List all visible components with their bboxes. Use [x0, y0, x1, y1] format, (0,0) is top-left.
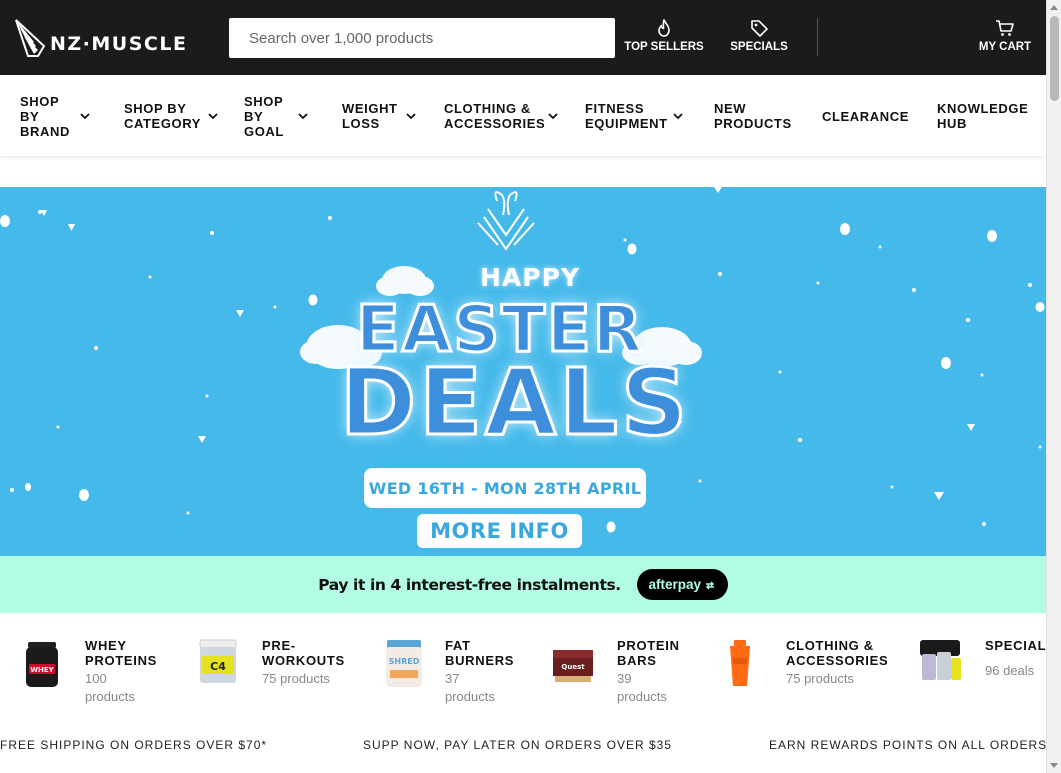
card-count: 37 products — [445, 671, 495, 704]
afterpay-text: Pay it in 4 interest-free instalments. — [318, 575, 621, 594]
page-scrollbar[interactable] — [1046, 0, 1061, 773]
nav-knowledge-hub[interactable]: KNOWLEDGE HUB — [937, 75, 1037, 157]
site-logo[interactable]: NZ·MUSCLE — [14, 15, 189, 61]
category-card-clothing-accessories[interactable]: CLOTHING & ACCESSORIES 75 products — [700, 622, 890, 718]
category-card-protein-bars[interactable]: Quest PROTEIN BARS 39 products — [523, 622, 703, 718]
card-title: FAT BURNERS — [445, 638, 515, 668]
svg-text:C4: C4 — [210, 660, 226, 673]
chevron-down-icon — [406, 112, 416, 119]
svg-text:Quest: Quest — [561, 663, 585, 671]
svg-text:SHRED: SHRED — [389, 657, 420, 666]
specials-link[interactable]: SPECIALS — [728, 18, 790, 53]
nav-new-products[interactable]: NEW PRODUCTS — [714, 75, 794, 157]
flame-icon — [658, 19, 670, 37]
nav-shop-by-brand[interactable]: SHOP BY BRAND — [20, 75, 100, 157]
nav-shop-by-goal[interactable]: SHOP BY GOAL — [244, 75, 319, 157]
card-title: PRE-WORKOUTS — [262, 638, 345, 668]
nav-clothing-accessories[interactable]: CLOTHING & ACCESSORIES — [444, 75, 564, 157]
category-cards: WHEY WHEY PROTEINS 100 products C4 PRE-W… — [0, 622, 1046, 718]
card-count: 96 deals — [985, 663, 1035, 678]
card-count: 75 products — [262, 671, 330, 686]
site-header: NZ·MUSCLE TOP SELLERS SPECIALS MY CART — [0, 0, 1046, 75]
scroll-down-arrow-icon[interactable] — [1050, 763, 1058, 768]
card-title: PROTEIN BARS — [617, 638, 680, 668]
my-cart-link[interactable]: MY CART — [972, 18, 1038, 53]
fat-burner-tub-image: SHRED — [382, 638, 426, 690]
nav-label: FITNESS EQUIPMENT — [585, 101, 668, 131]
hero-deals-text: DEALS — [338, 349, 691, 456]
shaker-bottle-image — [720, 638, 764, 690]
afterpay-badge-label: afterpay — [648, 577, 702, 592]
top-sellers-link[interactable]: TOP SELLERS — [623, 18, 705, 53]
promo-marquee: FREE SHIPPING ON ORDERS OVER $70* SUPP N… — [0, 738, 1046, 756]
specials-label: SPECIALS — [730, 41, 788, 53]
nav-weight-loss[interactable]: WEIGHT LOSS — [342, 75, 422, 157]
scrollbar-thumb[interactable] — [1050, 16, 1059, 101]
nav-clearance[interactable]: CLEARANCE — [822, 75, 912, 157]
card-count: 39 products — [617, 671, 667, 704]
scroll-up-arrow-icon[interactable] — [1050, 5, 1058, 10]
nav-label: SHOP BY GOAL — [244, 93, 284, 139]
cart-icon — [996, 20, 1014, 36]
tag-icon — [751, 20, 768, 37]
header-divider — [817, 18, 818, 56]
chevron-down-icon — [673, 112, 683, 119]
nav-label: CLEARANCE — [822, 108, 910, 124]
nav-label: SHOP BY BRAND — [20, 93, 70, 139]
category-card-whey-proteins[interactable]: WHEY WHEY PROTEINS 100 products — [0, 622, 172, 718]
marquee-item: EARN REWARDS POINTS ON ALL ORDERS — [769, 738, 1048, 752]
card-title: WHEY PROTEINS — [85, 638, 158, 668]
category-card-specials[interactable]: SPECIALS 96 deals — [888, 622, 1058, 718]
card-count: 75 products — [786, 671, 854, 686]
top-sellers-label: TOP SELLERS — [624, 41, 704, 53]
search-input[interactable] — [229, 18, 615, 58]
afterpay-arrows-icon — [706, 581, 715, 589]
category-card-pre-workouts[interactable]: C4 PRE-WORKOUTS 75 products — [166, 622, 352, 718]
category-nav: SHOP BY BRAND SHOP BY CATEGORY SHOP BY G… — [0, 75, 1046, 157]
category-card-fat-burners[interactable]: SHRED FAT BURNERS 37 products — [350, 622, 530, 718]
chevron-down-icon — [548, 112, 558, 119]
chevron-down-icon — [298, 112, 308, 119]
bunny-emblem — [477, 191, 535, 251]
chevron-down-icon — [208, 112, 218, 119]
wing-logo-icon — [15, 19, 46, 57]
nav-label: KNOWLEDGE HUB — [937, 101, 1029, 131]
chevron-down-icon — [80, 112, 90, 119]
more-info-button[interactable]: MORE INFO — [417, 514, 582, 548]
nav-label: CLOTHING & ACCESSORIES — [444, 101, 546, 131]
my-cart-label: MY CART — [978, 41, 1032, 53]
hero-happy-text: HAPPY — [479, 263, 581, 292]
pre-workout-tub-image: C4 — [196, 638, 240, 690]
nav-fitness-equipment[interactable]: FITNESS EQUIPMENT — [585, 75, 685, 157]
whey-tub-image: WHEY — [20, 638, 64, 690]
svg-text:WHEY: WHEY — [30, 666, 54, 674]
nav-shop-by-category[interactable]: SHOP BY CATEGORY — [124, 75, 224, 157]
marquee-item: SUPP NOW, PAY LATER ON ORDERS OVER $35 — [363, 738, 672, 752]
afterpay-banner[interactable]: Pay it in 4 interest-free instalments. a… — [0, 556, 1046, 613]
protein-bar-box-image: Quest — [551, 638, 595, 690]
card-title: CLOTHING & ACCESSORIES — [786, 638, 889, 668]
hero-date-range: WED 16TH - MON 28TH APRIL — [364, 468, 646, 508]
easter-deals-banner[interactable]: HAPPY EASTER DEALS WED 16TH - MON 28TH A… — [0, 187, 1046, 556]
marquee-item: FREE SHIPPING ON ORDERS OVER $70* — [0, 738, 268, 752]
nav-label: SHOP BY CATEGORY — [124, 101, 202, 131]
nav-label: NEW PRODUCTS — [714, 101, 792, 131]
card-count: 100 products — [85, 671, 135, 704]
specials-bundle-image — [918, 636, 962, 688]
afterpay-badge: afterpay — [636, 569, 728, 600]
logo-text: NZ·MUSCLE — [50, 33, 188, 55]
nav-label: WEIGHT LOSS — [342, 101, 398, 131]
